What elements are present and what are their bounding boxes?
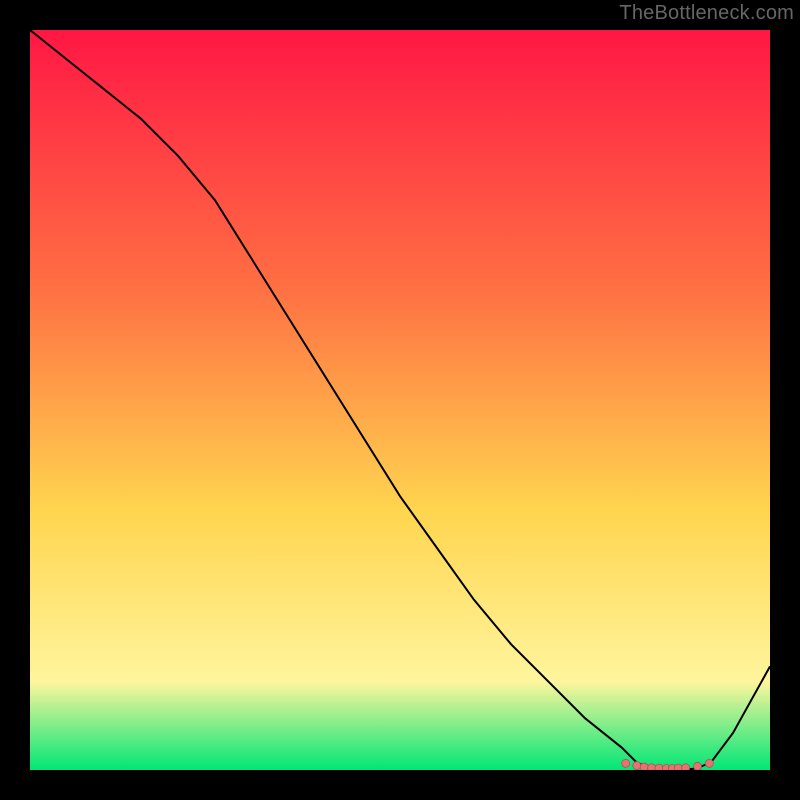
data-marker	[633, 762, 641, 770]
data-marker	[674, 764, 682, 770]
data-marker	[705, 759, 713, 767]
data-marker	[648, 764, 656, 770]
data-marker	[682, 764, 690, 770]
data-marker	[622, 759, 630, 767]
chart-svg	[30, 30, 770, 770]
watermark-text: TheBottleneck.com	[619, 2, 794, 25]
data-marker	[640, 763, 648, 770]
gradient-background	[30, 30, 770, 770]
plot-area	[30, 30, 770, 770]
data-marker	[693, 762, 701, 770]
chart-frame: TheBottleneck.com	[0, 0, 800, 800]
data-marker	[655, 764, 663, 770]
